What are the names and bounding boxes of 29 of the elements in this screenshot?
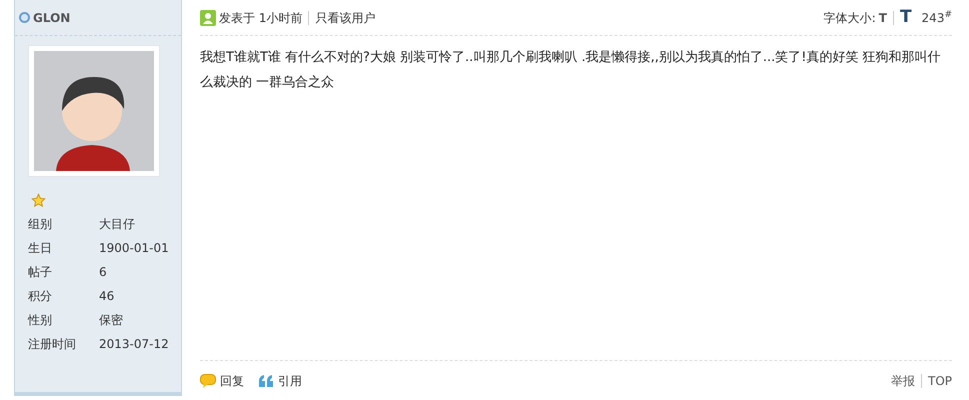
profile-value: 1900-01-01 bbox=[99, 240, 170, 257]
profile-value: 2013-07-12 bbox=[99, 336, 170, 353]
reply-button[interactable]: 回复 bbox=[200, 372, 244, 390]
floor-number: 243$^{#}$ bbox=[922, 9, 952, 26]
profile-label: 帖子 bbox=[28, 264, 53, 281]
profile-label: 注册时间 bbox=[28, 336, 77, 353]
font-size-label: 字体大小: bbox=[824, 10, 876, 26]
profile-value: 大目仔 bbox=[99, 216, 136, 233]
profile-label: 性别 bbox=[28, 312, 53, 329]
font-large-button[interactable]: T bbox=[900, 4, 912, 30]
profile-label: 组别 bbox=[28, 216, 53, 233]
profile-value: 6 bbox=[99, 264, 108, 281]
author-name[interactable]: GLON bbox=[33, 8, 70, 26]
footer-link[interactable]: TOP bbox=[928, 372, 952, 390]
font-small-button[interactable]: T bbox=[878, 8, 887, 26]
profile-value: 保密 bbox=[99, 312, 124, 329]
speech-bubble-icon bbox=[200, 374, 216, 388]
profile-label: 生日 bbox=[28, 240, 53, 257]
profile-value: 46 bbox=[99, 288, 116, 305]
avatar-icon bbox=[34, 51, 154, 171]
author-only-link[interactable]: 只看该用户 bbox=[315, 8, 376, 26]
profile-label: 积分 bbox=[28, 288, 53, 305]
quote-icon bbox=[258, 374, 274, 388]
user-icon bbox=[200, 10, 216, 26]
post-time: 发表于 1小时前 bbox=[219, 10, 302, 26]
footer-link[interactable]: 举报 bbox=[890, 372, 915, 390]
post-content: 我想T谁就T谁 有什么不对的?大娘 别装可怜了..叫那几个刷我喇叭 .我是懒得接,,别以为我真的怕了...笑了!真的好笑 狂狗和那叫什么裁决的 一群乌合之众 bbox=[200, 49, 942, 92]
rank-star-icon bbox=[31, 193, 46, 208]
quote-button[interactable]: 引用 bbox=[258, 372, 302, 390]
